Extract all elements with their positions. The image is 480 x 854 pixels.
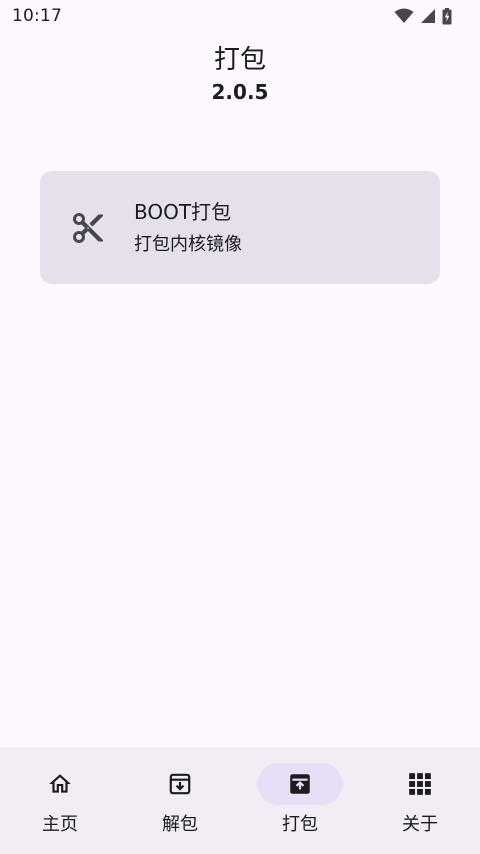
header: 打包 2.0.5 (0, 44, 480, 105)
card-subtitle: 打包内核镜像 (134, 233, 242, 255)
home-icon (47, 771, 73, 797)
nav-label-home: 主页 (42, 814, 78, 835)
signal-icon (420, 8, 436, 24)
page-title: 打包 (213, 45, 266, 75)
nav-item-unpack[interactable]: 解包 (120, 747, 240, 854)
status-bar: 10:17 (0, 0, 480, 32)
archive-download-icon (167, 771, 193, 797)
wifi-icon (394, 8, 414, 24)
nav-item-about[interactable]: 关于 (360, 747, 480, 854)
nav-label-unpack: 解包 (162, 814, 198, 835)
screen: 10:17 打包 2.0.5 BOOT打包 打包内核镜像 主页 解包 打包 关于 (0, 0, 480, 854)
apps-grid-icon (407, 771, 433, 797)
nav-label-about: 关于 (402, 814, 438, 835)
nav-item-home[interactable]: 主页 (0, 747, 120, 854)
nav-item-pack[interactable]: 打包 (240, 747, 360, 854)
version-label: 2.0.5 (211, 80, 269, 104)
scissors-icon (70, 210, 106, 246)
status-icons (394, 7, 452, 25)
bottom-navigation: 主页 解包 打包 关于 (0, 747, 480, 854)
nav-label-pack: 打包 (282, 814, 318, 835)
card-text: BOOT打包 打包内核镜像 (134, 199, 242, 257)
archive-upload-icon (287, 771, 313, 797)
card-title: BOOT打包 (134, 199, 232, 224)
battery-charging-icon (442, 7, 452, 25)
status-time: 10:17 (12, 6, 62, 26)
boot-pack-card[interactable]: BOOT打包 打包内核镜像 (40, 171, 440, 284)
